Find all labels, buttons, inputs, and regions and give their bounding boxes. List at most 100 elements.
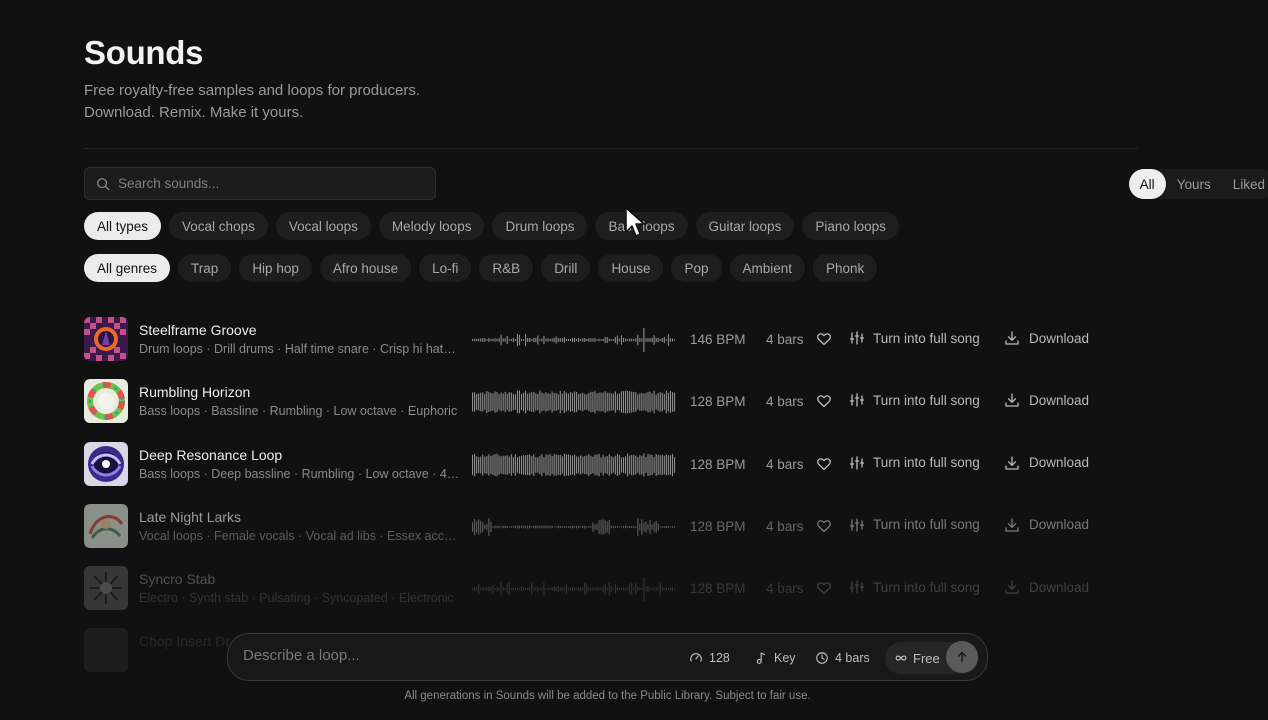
waveform[interactable] <box>472 327 676 353</box>
waveform-bar <box>616 587 618 591</box>
waveform-bar <box>545 338 547 342</box>
turn-into-full-song-button[interactable]: Turn into full song <box>849 579 980 595</box>
sound-name[interactable]: Rumbling Horizon <box>139 384 250 400</box>
waveform-bar <box>539 525 541 529</box>
waveform-bar <box>639 393 641 412</box>
waveform-bar <box>665 339 667 341</box>
filter-phonk[interactable]: Phonk <box>813 254 878 282</box>
waveform[interactable] <box>472 576 676 602</box>
search-input[interactable] <box>118 176 418 191</box>
submit-button[interactable] <box>946 641 978 673</box>
sound-row[interactable]: Syncro Stab Electro · Synth stab · Pulsa… <box>84 564 1138 626</box>
heart-icon[interactable] <box>816 393 832 409</box>
waveform-bar <box>486 587 488 592</box>
filter-pop[interactable]: Pop <box>671 254 722 282</box>
waveform-bar <box>508 339 510 341</box>
filter-house[interactable]: House <box>598 254 664 282</box>
turn-into-full-song-button[interactable]: Turn into full song <box>849 517 980 533</box>
heart-icon[interactable] <box>816 331 832 347</box>
waveform-bar <box>496 392 498 413</box>
arrow-up-icon <box>957 651 967 663</box>
sound-artwork[interactable] <box>84 317 128 361</box>
filter-vocal-chops[interactable]: Vocal chops <box>169 212 268 240</box>
waveform[interactable] <box>472 389 676 415</box>
waveform-bar <box>486 339 488 341</box>
waveform-bar <box>667 588 669 591</box>
waveform-bar <box>602 519 604 535</box>
sound-artwork[interactable] <box>84 379 128 424</box>
download-button[interactable]: Download <box>1004 455 1089 471</box>
tab-yours[interactable]: Yours <box>1166 169 1222 199</box>
download-button[interactable]: Download <box>1004 392 1089 408</box>
filter-drum-loops[interactable]: Drum loops <box>492 212 588 240</box>
sound-artwork[interactable] <box>84 566 128 611</box>
download-button[interactable]: Download <box>1004 579 1089 595</box>
page-subtitle: Free royalty-free samples and loops for … <box>84 80 584 124</box>
waveform-bar <box>612 456 614 473</box>
mode-selector[interactable]: Free <box>894 647 940 669</box>
waveform[interactable] <box>472 452 676 478</box>
waveform-bar <box>494 453 496 476</box>
filter-trap[interactable]: Trap <box>178 254 232 282</box>
filter-lo-fi[interactable]: Lo-fi <box>419 254 472 282</box>
sound-artwork[interactable] <box>84 441 128 486</box>
sound-artwork[interactable] <box>84 503 128 548</box>
tab-liked[interactable]: Liked <box>1222 169 1268 199</box>
heart-icon[interactable] <box>816 518 832 534</box>
bpm-selector[interactable]: 128 <box>689 647 730 669</box>
waveform-bar <box>574 391 576 413</box>
sound-name[interactable]: Deep Resonance Loop <box>139 447 282 463</box>
waveform-bar <box>645 587 647 592</box>
waveform-bar <box>614 526 616 528</box>
waveform-bar <box>651 588 653 590</box>
filter-melody-loops[interactable]: Melody loops <box>378 212 485 240</box>
turn-into-full-song-button[interactable]: Turn into full song <box>849 330 980 346</box>
header-divider <box>84 148 1138 149</box>
filter-rnb[interactable]: R&B <box>479 254 534 282</box>
sound-artwork[interactable] <box>84 628 128 673</box>
filter-guitar-loops[interactable]: Guitar loops <box>695 212 795 240</box>
filter-drill[interactable]: Drill <box>541 254 591 282</box>
filter-all-genres[interactable]: All genres <box>84 254 171 282</box>
waveform-bar <box>484 587 486 591</box>
sound-name[interactable]: Syncro Stab <box>139 571 215 587</box>
waveform-bar <box>539 588 541 591</box>
filter-vocal-loops[interactable]: Vocal loops <box>275 212 371 240</box>
bars-selector[interactable]: 4 bars <box>815 647 870 669</box>
sound-name[interactable]: Late Night Larks <box>139 509 241 525</box>
filter-all-types[interactable]: All types <box>84 212 162 240</box>
download-button[interactable]: Download <box>1004 517 1089 533</box>
waveform-bar <box>606 337 608 343</box>
turn-into-full-song-button[interactable]: Turn into full song <box>849 455 980 471</box>
waveform-bar <box>488 453 490 476</box>
filter-ambient[interactable]: Ambient <box>729 254 806 282</box>
sound-row[interactable]: Rumbling Horizon Bass loops · Bassline ·… <box>84 377 1138 439</box>
waveform-bar <box>627 525 629 528</box>
waveform-bar <box>559 391 561 414</box>
filter-afro-house[interactable]: Afro house <box>319 254 412 282</box>
waveform-bar <box>574 337 576 343</box>
key-selector[interactable]: Key <box>754 647 796 669</box>
sound-row[interactable]: Steelframe Groove Drum loops · Drill dru… <box>84 315 1138 377</box>
waveform-bar <box>488 518 490 536</box>
sound-row[interactable]: Deep Resonance Loop Bass loops · Deep ba… <box>84 440 1138 502</box>
waveform-bar <box>610 339 612 341</box>
heart-icon[interactable] <box>816 456 832 472</box>
sound-name[interactable]: Steelframe Groove <box>139 322 257 338</box>
heart-icon[interactable] <box>816 580 832 596</box>
waveform-bar <box>635 392 637 413</box>
waveform-bar <box>661 393 663 412</box>
describe-loop-input[interactable] <box>243 647 663 664</box>
filter-hip-hop[interactable]: Hip hop <box>239 254 312 282</box>
sound-name[interactable]: Chop Insert Dr <box>139 633 230 649</box>
waveform-bar <box>596 587 598 592</box>
waveform[interactable] <box>472 514 676 540</box>
turn-into-full-song-button[interactable]: Turn into full song <box>849 392 980 408</box>
sound-row[interactable]: Late Night Larks Vocal loops · Female vo… <box>84 502 1138 564</box>
filter-piano-loops[interactable]: Piano loops <box>802 212 899 240</box>
waveform-bar <box>622 587 625 591</box>
waveform-bar <box>635 583 637 596</box>
tab-all[interactable]: All <box>1128 169 1166 199</box>
search-box[interactable] <box>84 167 436 200</box>
download-button[interactable]: Download <box>1004 330 1089 346</box>
